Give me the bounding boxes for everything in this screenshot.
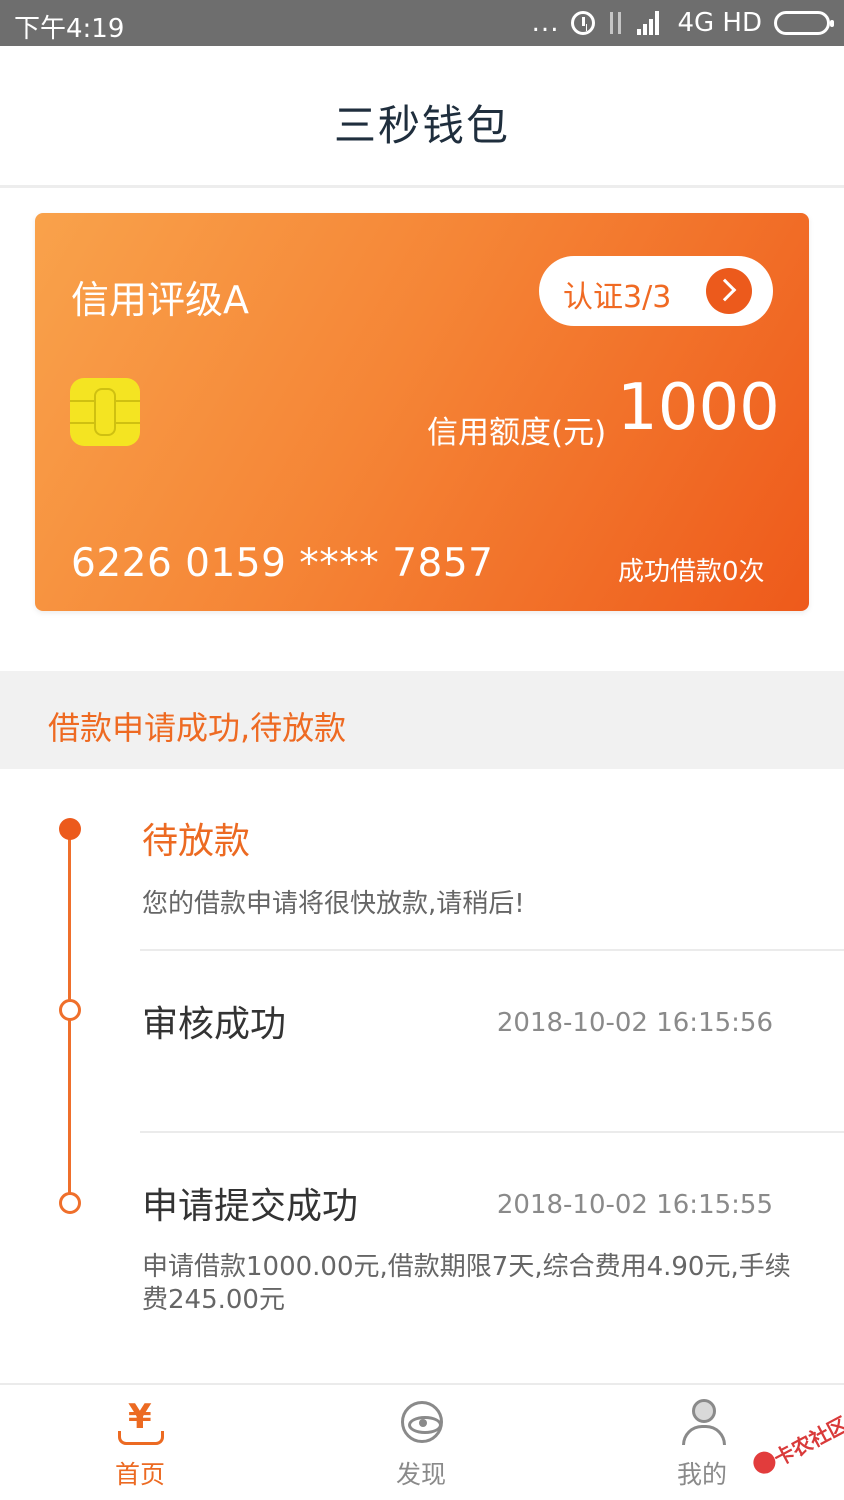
loan-count: 成功借款0次: [618, 557, 765, 587]
nav-home[interactable]: ¥ 首页: [80, 1397, 200, 1495]
network-type: 4G HD: [677, 8, 762, 38]
divider: [140, 1131, 844, 1133]
card-chip-icon: [70, 378, 140, 446]
more-dots-icon: ...: [531, 8, 560, 38]
eye-icon: [401, 1401, 443, 1443]
data-transfer-icon: [607, 10, 625, 36]
chevron-right-icon: [706, 268, 752, 314]
status-bar: 下午4:19 ... 4G HD: [0, 0, 844, 46]
step-time-submitted: 2018-10-02 16:15:55: [496, 1190, 773, 1220]
card-number: 6226 0159 **** 7857: [71, 541, 494, 586]
notice-text: 借款申请成功,待放款: [48, 709, 347, 747]
timeline-dot-active: [59, 818, 81, 840]
nav-discover-label: 发现: [395, 1460, 446, 1489]
credit-card: 信用评级A 认证3/3 信用额度(元) 1000 6226 0159 **** …: [35, 213, 809, 611]
loan-status-notice: 借款申请成功,待放款: [0, 671, 844, 769]
credit-limit-value: 1000: [617, 371, 780, 445]
step-time-approved: 2018-10-02 16:15:56: [496, 1008, 773, 1038]
nav-mine-label: 我的: [676, 1460, 727, 1489]
battery-icon: [774, 11, 834, 35]
bottom-nav: ¥ 首页 发现 我的: [0, 1383, 844, 1500]
signal-icon: [637, 11, 665, 35]
credit-limit-label: 信用额度(元): [427, 415, 607, 451]
page-title: 三秒钱包: [333, 101, 510, 150]
divider: [140, 949, 844, 951]
yen-icon: ¥: [118, 1397, 164, 1445]
status-icons: ... 4G HD: [531, 8, 834, 38]
verify-label: 认证3/3: [563, 280, 672, 315]
status-time: 下午4:19: [14, 14, 125, 44]
alarm-icon: [571, 11, 596, 35]
user-icon: [682, 1399, 726, 1445]
nav-discover[interactable]: 发现: [361, 1399, 481, 1495]
step-title-submitted: 申请提交成功: [142, 1186, 359, 1227]
timeline-dot: [59, 999, 81, 1021]
step-desc-pending: 您的借款申请将很快放款,请稍后!: [142, 889, 525, 919]
credit-rating: 信用评级A: [71, 278, 249, 322]
timeline-dot: [59, 1192, 81, 1214]
nav-home-label: 首页: [114, 1460, 165, 1489]
step-title-approved: 审核成功: [142, 1004, 287, 1045]
app-header: 三秒钱包: [0, 46, 844, 188]
verify-button[interactable]: 认证3/3: [539, 256, 773, 326]
step-desc-submitted: 申请借款1000.00元,借款期限7天,综合费用4.90元,手续费245.00元: [142, 1252, 791, 1315]
step-title-pending: 待放款: [142, 821, 251, 862]
